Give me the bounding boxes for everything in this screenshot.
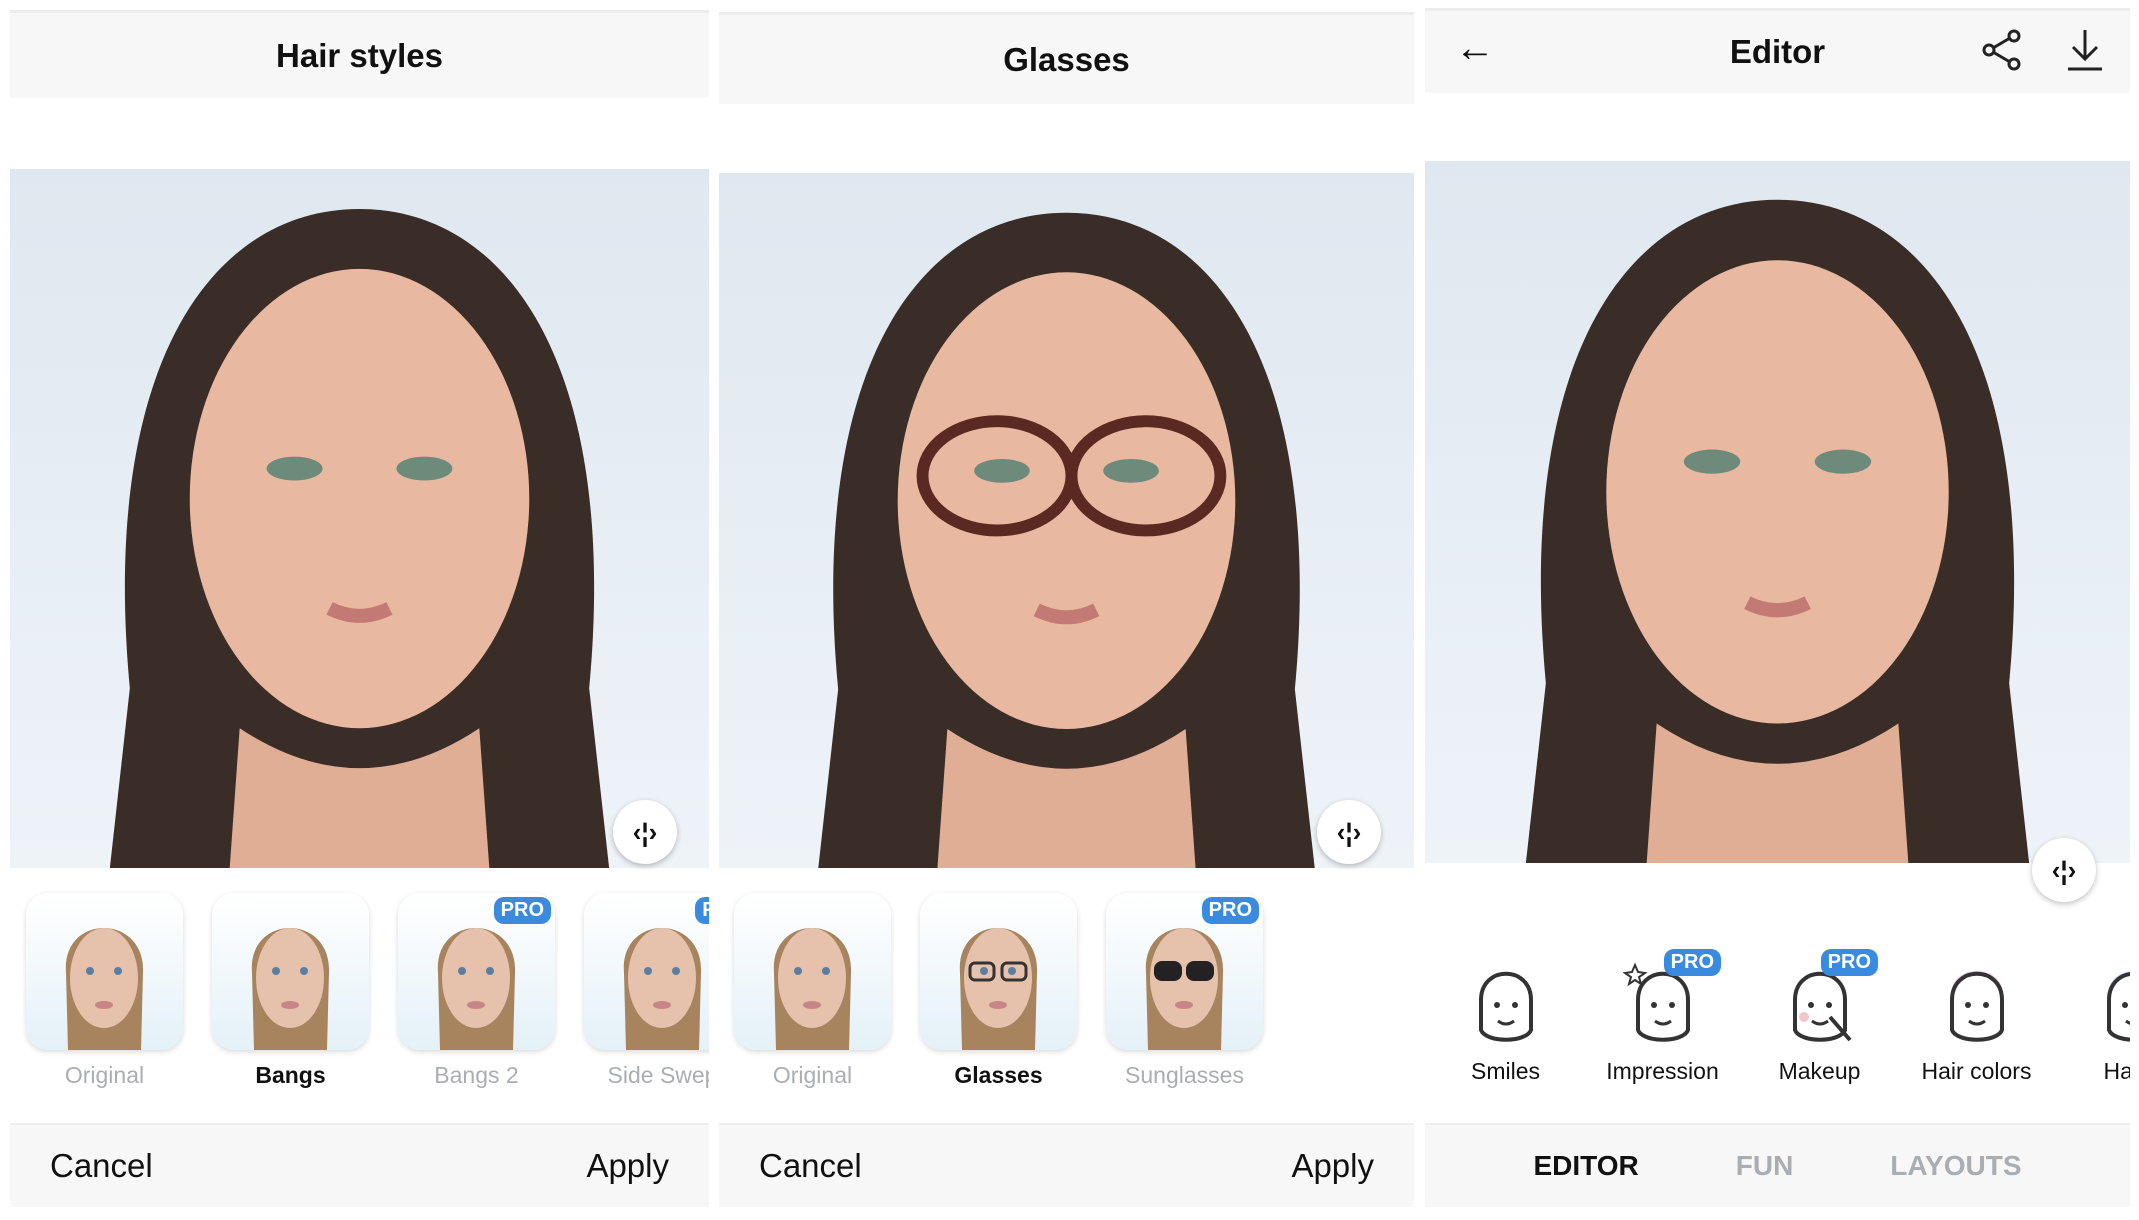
- compare-button[interactable]: ‹¦›: [2032, 838, 2096, 902]
- tool-label: Impression: [1606, 1058, 1719, 1084]
- item-label: Original: [64, 1062, 145, 1088]
- share-icon[interactable]: [1980, 28, 2024, 72]
- tab-editor[interactable]: EDITOR: [1533, 1150, 1638, 1182]
- compare-icon: ‹¦›: [632, 816, 658, 847]
- compare-icon: ‹¦›: [2051, 854, 2077, 885]
- tool-label: Smiles: [1470, 1058, 1540, 1084]
- download-icon[interactable]: [2065, 28, 2105, 72]
- tool-hair-colors[interactable]: Hair colors: [1916, 955, 2037, 1085]
- tool-smiles[interactable]: Smiles: [1445, 955, 1566, 1085]
- bottom-tabs: EDITOR FUN LAYOUTS: [1425, 1123, 2130, 1207]
- item-label: Side Swep: [607, 1062, 709, 1088]
- photo-preview: [719, 173, 1414, 868]
- tool-label: Hair colors: [1921, 1058, 2032, 1084]
- photo-preview: [10, 169, 709, 868]
- page-title: Editor: [1425, 8, 2130, 93]
- style-item-bangs[interactable]: Bangs: [212, 893, 369, 1089]
- pro-badge: PR: [695, 897, 709, 924]
- pro-badge: PRO: [1201, 897, 1259, 924]
- tool-label: Makeup: [1778, 1058, 1861, 1084]
- item-label: Sunglasses: [1125, 1062, 1244, 1088]
- hair-style-face-icon: [2106, 971, 2130, 1042]
- tool-makeup[interactable]: PRO Makeup: [1759, 949, 1880, 1085]
- cancel-button[interactable]: Cancel: [759, 1147, 862, 1185]
- glasses-list: Original Glasses PRO Sunglasses: [719, 893, 1263, 1089]
- glasses-item-original[interactable]: Original: [734, 893, 891, 1089]
- action-bar: Cancel Apply: [719, 1123, 1414, 1207]
- item-label: Glasses: [954, 1062, 1043, 1088]
- style-item-side-swept[interactable]: PR Side Swep: [584, 893, 709, 1089]
- glasses-item-sunglasses[interactable]: PRO Sunglasses: [1106, 893, 1263, 1089]
- compare-button[interactable]: ‹¦›: [613, 800, 677, 864]
- item-label: Bangs 2: [434, 1062, 519, 1088]
- style-item-original[interactable]: Original: [26, 893, 183, 1089]
- hair-styles-panel: Hair styles ‹¦› Original Bangs PRO Bangs …: [10, 0, 709, 1220]
- editor-tools: Smiles PRO Impression PRO Makeup Hair colo…: [1445, 949, 2130, 1085]
- tool-hair-styles[interactable]: Hair s: [2073, 955, 2130, 1085]
- editor-panel: Editor ← ‹¦› Smiles PRO Impression PRO Mak…: [1425, 0, 2130, 1220]
- hair-style-list: Original Bangs PRO Bangs 2 PR Side Swep: [10, 893, 709, 1089]
- glasses-panel: Glasses ‹¦› Original Glasses PRO Sunglass…: [719, 0, 1414, 1220]
- pro-badge: PRO: [493, 897, 551, 924]
- page-title: Glasses: [719, 12, 1414, 104]
- arrow-left-icon[interactable]: ←: [1455, 26, 1495, 71]
- smile-face-icon: [1478, 971, 1533, 1042]
- page-title: Hair styles: [10, 10, 709, 98]
- compare-button[interactable]: ‹¦›: [1317, 800, 1381, 864]
- apply-button[interactable]: Apply: [586, 1147, 669, 1185]
- action-bar: Cancel Apply: [10, 1123, 709, 1207]
- tool-label: Hair s: [2103, 1058, 2130, 1084]
- hair-color-face-icon: [1949, 971, 2004, 1042]
- tab-fun[interactable]: FUN: [1736, 1150, 1794, 1182]
- cancel-button[interactable]: Cancel: [50, 1147, 153, 1185]
- tab-layouts[interactable]: LAYOUTS: [1890, 1150, 2021, 1182]
- apply-button[interactable]: Apply: [1291, 1147, 1374, 1185]
- item-label: Bangs: [255, 1062, 326, 1088]
- compare-icon: ‹¦›: [1336, 816, 1362, 847]
- style-item-bangs-2[interactable]: PRO Bangs 2: [398, 893, 555, 1089]
- item-label: Original: [772, 1062, 853, 1088]
- pro-badge: PRO: [1663, 949, 1721, 976]
- glasses-item-glasses[interactable]: Glasses: [920, 893, 1077, 1089]
- pro-badge: PRO: [1820, 949, 1878, 976]
- photo-preview: [1425, 161, 2130, 863]
- tool-impression[interactable]: PRO Impression: [1602, 949, 1723, 1085]
